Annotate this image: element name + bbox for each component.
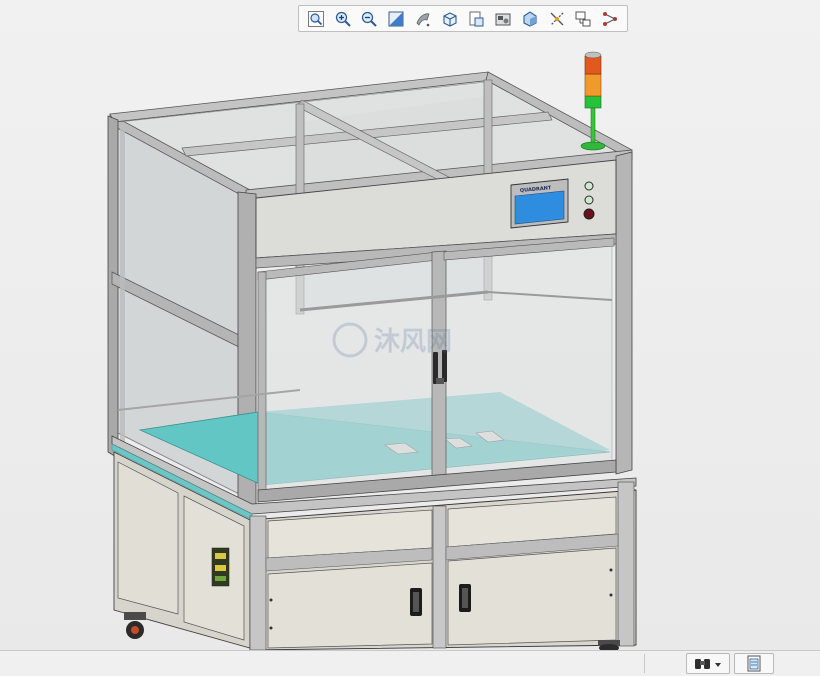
- emergency-stop-button: [583, 208, 595, 220]
- section-view-button[interactable]: [383, 6, 409, 31]
- svg-text:沐风网: 沐风网: [374, 327, 452, 357]
- binoculars-icon: [695, 658, 721, 669]
- display-pane-button[interactable]: [571, 6, 597, 31]
- indicator-lamp-green-2: [584, 195, 594, 205]
- hmi-screen: [514, 190, 565, 225]
- hide-show-items-button[interactable]: [464, 6, 490, 31]
- cabinet-front-right-post: [617, 481, 635, 647]
- edit-appearance-button[interactable]: [490, 6, 516, 31]
- display-pane-icon: [575, 11, 591, 26]
- view-palette-icon: [603, 11, 618, 26]
- zoom-in-icon: [335, 11, 351, 27]
- status-bar-separator: [644, 654, 645, 673]
- view-settings-button[interactable]: [544, 6, 570, 31]
- view-settings-icon: [550, 12, 564, 25]
- apply-scene-icon: [523, 10, 537, 27]
- front-right-door-glass: [442, 241, 613, 479]
- caster-wheel-left: [124, 612, 146, 639]
- find-references-button[interactable]: [686, 653, 730, 674]
- view-orientation-button[interactable]: [410, 6, 436, 31]
- cabinet-front-left-post: [249, 515, 267, 650]
- front-right-post: [615, 151, 633, 475]
- cabinet-center-post: [432, 505, 447, 649]
- zoom-to-fit-button[interactable]: [303, 6, 329, 31]
- signal-tower-orange-lamp: [584, 73, 602, 97]
- signal-tower-base: [580, 141, 606, 151]
- document-icon: [747, 655, 761, 671]
- indicator-lamp-green-1: [584, 181, 594, 191]
- signal-tower-red-lamp: [584, 55, 602, 75]
- left-front-post: [107, 115, 119, 459]
- display-style-button[interactable]: [437, 6, 463, 31]
- lower-door-right: [447, 547, 617, 646]
- view-palette-button[interactable]: [597, 6, 623, 31]
- caster-wheel-right: [598, 640, 620, 650]
- view-orientation-icon: [416, 12, 430, 26]
- hide-show-items-icon: [469, 11, 484, 26]
- zoom-in-button[interactable]: [330, 6, 356, 31]
- cad-model-view[interactable]: QUADRANT 沐风网: [0, 0, 820, 650]
- lower-door-left: [267, 562, 433, 649]
- edit-appearance-icon: [495, 13, 511, 25]
- display-style-icon: [443, 11, 457, 27]
- zoom-to-fit-icon: [307, 10, 324, 27]
- front-left-door-glass: [261, 257, 436, 493]
- signal-tower-pole: [590, 104, 596, 146]
- section-view-icon: [388, 11, 404, 26]
- rebuild-status-button[interactable]: [734, 653, 774, 674]
- status-bar: [0, 650, 820, 676]
- signal-tower-green-lamp: [584, 95, 602, 109]
- heads-up-view-toolbar: [298, 5, 628, 32]
- graphics-area[interactable]: QUADRANT 沐风网: [0, 0, 820, 650]
- zoom-out-icon: [362, 11, 378, 27]
- zoom-out-button[interactable]: [357, 6, 383, 31]
- apply-scene-button[interactable]: [517, 6, 543, 31]
